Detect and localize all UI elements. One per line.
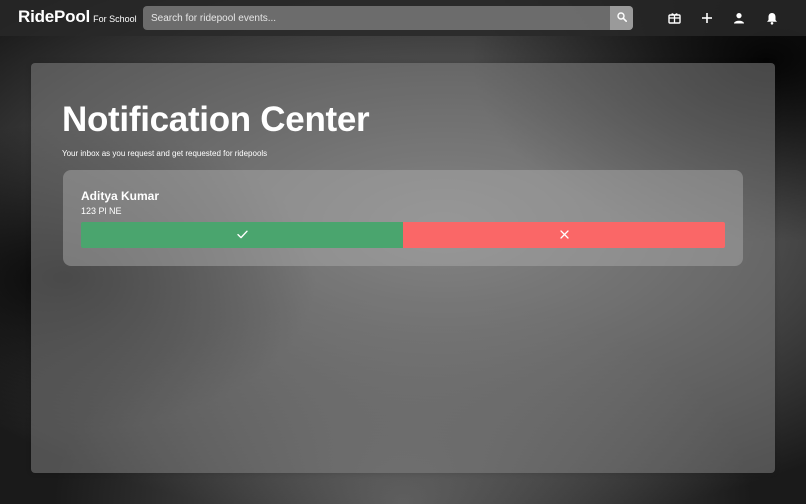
bell-icon[interactable] — [764, 10, 780, 26]
search-icon — [616, 9, 627, 27]
top-navbar: RidePool For School — [0, 0, 806, 36]
page-title: Notification Center — [62, 100, 370, 139]
check-icon — [236, 226, 248, 244]
plus-icon[interactable] — [699, 10, 715, 26]
search-button[interactable] — [610, 6, 633, 30]
brand-logo[interactable]: RidePool For School — [18, 7, 137, 27]
accept-button[interactable] — [81, 222, 403, 248]
requester-name: Aditya Kumar — [81, 189, 160, 203]
person-icon[interactable] — [731, 10, 747, 26]
page-subtitle: Your inbox as you request and get reques… — [62, 149, 268, 158]
brand-subtitle: For School — [93, 14, 137, 24]
decline-button[interactable] — [403, 222, 725, 248]
notification-panel: Notification Center Your inbox as you re… — [31, 63, 775, 473]
close-icon — [559, 226, 569, 244]
gift-icon[interactable] — [666, 10, 682, 26]
search-bar — [143, 6, 633, 30]
search-input[interactable] — [143, 6, 610, 30]
requester-address: 123 Pl NE — [81, 206, 122, 216]
brand-name: RidePool — [18, 7, 91, 26]
notification-card: Aditya Kumar 123 Pl NE — [63, 170, 743, 266]
